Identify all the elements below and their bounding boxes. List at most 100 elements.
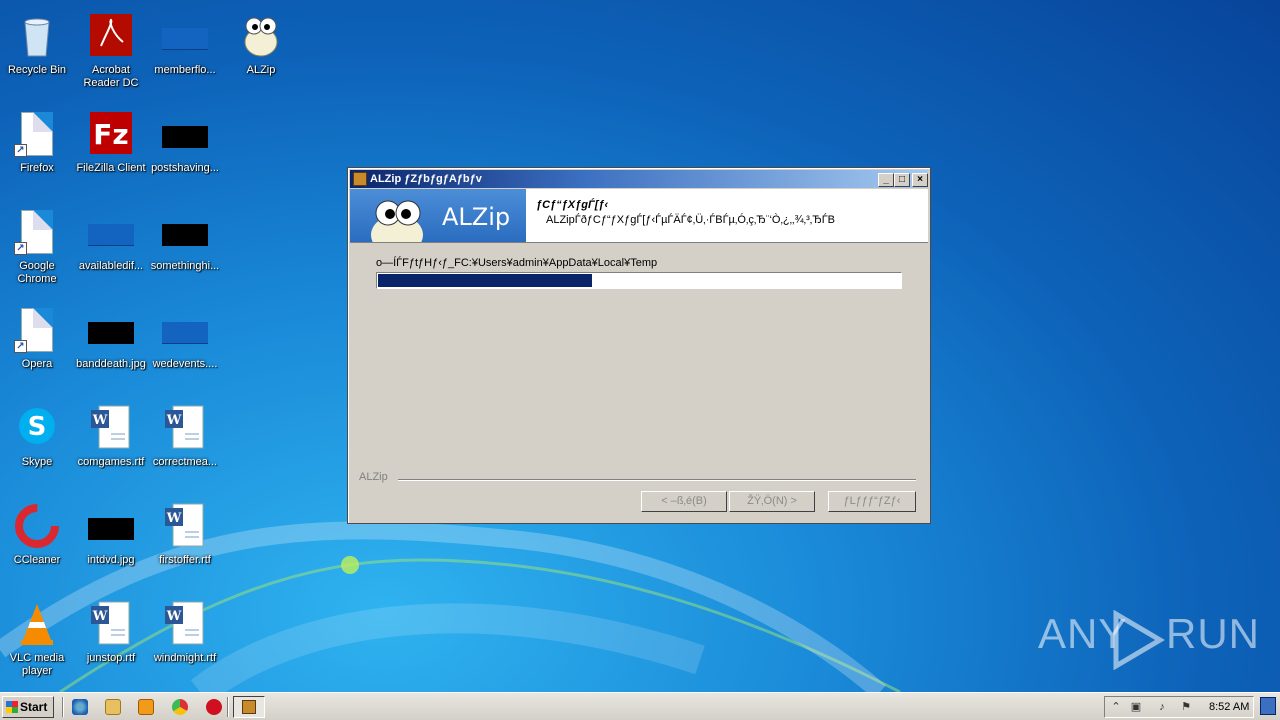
output-path-label: o—ÍЃFƒtƒHƒ‹ƒ_FC:¥Users¥admin¥AppData¥Loc… (376, 257, 658, 269)
anyrun-watermark: ANY RUN (1038, 610, 1259, 674)
start-button[interactable]: Start (2, 696, 54, 718)
desktop-icon-availabledif[interactable]: availabledif... (74, 202, 148, 294)
alzip-task-icon (242, 700, 256, 714)
desktop-icon-google-chrome[interactable]: ↗ Google Chrome (0, 202, 74, 294)
windows-flag-icon (6, 701, 18, 713)
vlc-icon (21, 604, 53, 645)
desktop-icon-label: Skype (21, 456, 53, 468)
install-progress-bar (376, 272, 902, 289)
svg-text:W: W (166, 609, 182, 624)
word-document-icon: W (165, 503, 204, 547)
alzip-title-icon (353, 172, 367, 186)
image-file-icon (87, 502, 135, 550)
desktop-icon-recycle-bin[interactable]: Recycle Bin (0, 6, 74, 98)
desktop-icon-label: firstoffer.rtf (159, 554, 211, 566)
word-document-icon: W (91, 601, 130, 645)
desktop-icon-label: Recycle Bin (7, 64, 67, 76)
ccleaner-icon (15, 504, 59, 548)
alzip-icon (244, 17, 278, 57)
word-document-icon: W (165, 405, 204, 449)
desktop-icon-alzip[interactable]: ALZip (224, 6, 298, 98)
filezilla-icon: Fz (90, 112, 132, 154)
file-icon (161, 208, 209, 256)
alzip-mascot-icon (371, 200, 423, 242)
desktop-icon-label: banddeath.jpg (76, 358, 146, 370)
header-subtitle: ALZipЃðƒCƒ“ƒXƒgЃ[ƒ‹ЃµЃÄЃ¢‚Ü‚·ЃBЃµ‚Ó‚ç‚­Ђ… (546, 214, 836, 226)
desktop-icon-comgames[interactable]: W comgames.rtf (74, 398, 148, 490)
desktop-icon-junstop[interactable]: W junstop.rtf (74, 594, 148, 686)
progress-fill (378, 274, 592, 287)
window-titlebar[interactable]: ALZip ƒZƒbƒgƒAƒbƒv _ □ × (350, 170, 928, 188)
start-label: Start (20, 700, 48, 714)
header-title: ƒCƒ“ƒXƒgЃ[ƒ‹ (536, 199, 609, 211)
firefox-icon: ↗ (13, 110, 61, 158)
network-icon[interactable]: ▣ (1129, 700, 1143, 714)
cancel-button[interactable]: ƒLƒƒƒ“ƒZƒ‹ (828, 491, 916, 512)
desktop-icon-vlc[interactable]: VLC media player (0, 594, 74, 686)
svg-text:W: W (92, 413, 108, 428)
file-icon (161, 12, 209, 60)
desktop-icon-ccleaner[interactable]: CCleaner (0, 496, 74, 588)
desktop-icon-postshaving[interactable]: postshaving... (148, 104, 222, 196)
desktop-icon-windmight[interactable]: W windmight.rtf (148, 594, 222, 686)
alzip-setup-window: ALZip ƒZƒbƒgƒAƒbƒv _ □ × ALZip ƒCƒ“ƒXƒgЃ… (347, 167, 931, 524)
desktop-icon-label: Google Chrome (17, 260, 57, 285)
taskbar-alzip-button[interactable] (233, 696, 265, 718)
svg-text:S: S (28, 412, 47, 442)
file-icon (161, 306, 209, 354)
system-tray: ⌃ ▣ ♪ ⚑ 8:52 AM (1104, 696, 1254, 718)
desktop-icon-wedevents[interactable]: wedevents.... (148, 300, 222, 392)
desktop-icon-label: wedevents.... (152, 358, 218, 370)
desktop-icon-memberflo[interactable]: memberflo... (148, 6, 222, 98)
desktop-icon-label: Acrobat Reader DC (83, 64, 139, 89)
play-icon (1113, 610, 1165, 670)
desktop-icon-correctmea[interactable]: W correctmea... (148, 398, 222, 490)
watermark-right: RUN (1166, 610, 1260, 657)
minimize-button[interactable]: _ (878, 173, 894, 187)
file-icon (87, 208, 135, 256)
desktop-icon-banddeath[interactable]: banddeath.jpg (74, 300, 148, 392)
desktop-icon-label: postshaving... (151, 162, 219, 174)
desktop-icon-filezilla[interactable]: Fz FileZilla Client (74, 104, 148, 196)
footer-divider (398, 479, 916, 481)
word-document-icon: W (91, 405, 130, 449)
svg-text:W: W (92, 609, 108, 624)
svg-text:W: W (166, 511, 182, 526)
taskbar: Start ⌃ ▣ ♪ ⚑ 8:52 AM (0, 692, 1280, 720)
chrome-icon[interactable] (172, 699, 188, 715)
svg-text:W: W (166, 413, 182, 428)
desktop-icon-intdvd[interactable]: intdvd.jpg (74, 496, 148, 588)
file-icon (161, 110, 209, 158)
taskbar-separator (227, 697, 229, 717)
desktop-icon-label: availabledif... (78, 260, 144, 272)
acrobat-reader-icon (90, 14, 132, 56)
back-button[interactable]: < –ß‚é(B) (641, 491, 727, 512)
footer-brand-label: ALZip (359, 471, 388, 483)
desktop-icon-label: Opera (21, 358, 53, 370)
volume-icon[interactable]: ♪ (1155, 700, 1169, 714)
window-title: ALZip ƒZƒbƒgƒAƒbƒv (370, 173, 482, 185)
next-button[interactable]: ŽŸ‚Ö(N) > (729, 491, 815, 512)
desktop-icon-label: FileZilla Client (76, 162, 146, 174)
banner-brand: ALZip (442, 203, 511, 231)
desktop-icon-label: comgames.rtf (77, 456, 145, 468)
taskbar-separator (62, 697, 64, 717)
ie-icon[interactable] (72, 699, 88, 715)
desktop-icon-firstoffer[interactable]: W firstoffer.rtf (148, 496, 222, 588)
desktop-icon-opera[interactable]: ↗ Opera (0, 300, 74, 392)
close-button[interactable]: × (912, 173, 928, 187)
show-desktop-button[interactable] (1260, 697, 1276, 715)
folder-icon[interactable] (105, 699, 121, 715)
desktop-icon-label: junstop.rtf (86, 652, 136, 664)
flag-icon[interactable]: ⚑ (1179, 700, 1193, 714)
chevron-up-icon[interactable]: ⌃ (1109, 700, 1123, 714)
maximize-button[interactable]: □ (894, 173, 910, 187)
opera-icon[interactable] (206, 699, 222, 715)
desktop-icon-acrobat[interactable]: Acrobat Reader DC (74, 6, 148, 98)
desktop-icon-firefox[interactable]: ↗ Firefox (0, 104, 74, 196)
wizard-header: ALZip ƒCƒ“ƒXƒgЃ[ƒ‹ ALZipЃðƒCƒ“ƒXƒgЃ[ƒ‹Ѓµ… (350, 189, 928, 243)
clock[interactable]: 8:52 AM (1209, 701, 1249, 713)
media-player-icon[interactable] (138, 699, 154, 715)
desktop-icon-somethinghi[interactable]: somethinghi... (148, 202, 222, 294)
desktop-icon-skype[interactable]: S Skype (0, 398, 74, 490)
